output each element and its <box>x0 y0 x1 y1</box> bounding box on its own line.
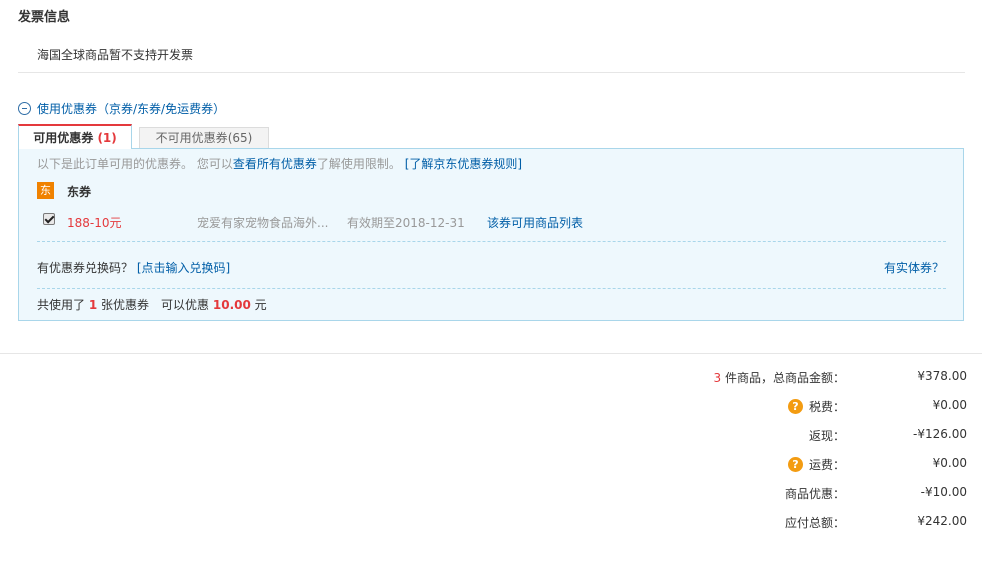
tax-row: ? 税费： ¥0.00 <box>0 398 982 418</box>
coupon-intro-text: 以下是此订单可用的优惠券。 您可以 <box>37 157 233 171</box>
help-icon[interactable]: ? <box>787 399 803 414</box>
tax-label-text: 税费： <box>808 400 845 414</box>
discount-row: 商品优惠： -¥10.00 <box>0 485 982 505</box>
coupon-row: 188-10元 宠爱有家宠物食品海外... 有效期至2018-12-31 该券可… <box>43 211 943 231</box>
divider <box>18 72 965 73</box>
coupon-shop: 宠爱有家宠物食品海外... <box>197 216 329 230</box>
coupon-products-link[interactable]: 该券可用商品列表 <box>487 214 583 231</box>
dashed-divider <box>37 288 946 289</box>
cashback-value: -¥126.00 <box>913 427 967 441</box>
tab-available-label: 可用优惠券 <box>33 131 94 145</box>
item-count-label: 件商品，总商品金额： <box>724 371 845 385</box>
invoice-section-title: 发票信息 <box>18 10 71 25</box>
dashed-divider <box>37 241 946 242</box>
coupon-rules-link[interactable]: [了解京东优惠券规则] <box>405 157 522 171</box>
cashback-label: 返现： <box>808 429 845 443</box>
redeem-code-row: 有优惠券兑换码？ [点击输入兑换码] <box>37 259 230 276</box>
coupon-panel: 以下是此订单可用的优惠券。 您可以查看所有优惠券了解使用限制。 [了解京东优惠券… <box>18 148 964 321</box>
coupon-checkbox[interactable] <box>43 213 55 225</box>
dong-coupon-badge: 东 <box>37 182 54 199</box>
enter-redeem-code-link[interactable]: [点击输入兑换码] <box>137 261 230 275</box>
goods-total-value: ¥378.00 <box>917 369 967 383</box>
shipping-value: ¥0.00 <box>932 456 967 470</box>
shipping-label-text: 运费： <box>808 458 845 472</box>
redeem-prompt: 有优惠券兑换码？ <box>37 261 134 275</box>
use-coupon-label: 使用优惠券（京券/东券/免运费券） <box>37 102 226 116</box>
view-all-coupons-link[interactable]: 查看所有优惠券 <box>233 157 317 171</box>
tax-value: ¥0.00 <box>932 398 967 412</box>
goods-total-row: 3 件商品，总商品金额： ¥378.00 <box>0 369 982 389</box>
dong-coupon-group-title: 东券 <box>67 185 92 199</box>
tab-unavailable-count: (65) <box>227 131 253 145</box>
summary-mid: 张优惠券 可以优惠 <box>101 298 210 312</box>
coupon-expiry: 有效期至2018-12-31 <box>347 216 465 230</box>
summary-amount: 10.00 <box>212 298 251 312</box>
tab-available-coupons[interactable]: 可用优惠券 (1) <box>18 124 132 149</box>
cashback-row: 返现： -¥126.00 <box>0 427 982 447</box>
collapse-minus-icon <box>18 102 31 115</box>
summary-count: 1 <box>88 298 98 312</box>
coupon-amount: 188-10元 <box>67 216 122 230</box>
help-icon[interactable]: ? <box>787 457 803 472</box>
summary-suffix: 元 <box>254 298 267 312</box>
summary-prefix: 共使用了 <box>37 298 86 312</box>
goods-total-label: 3 件商品，总商品金额： <box>714 369 845 386</box>
discount-label: 商品优惠： <box>784 487 845 501</box>
coupon-intro-text2: 了解使用限制。 <box>316 157 401 171</box>
divider <box>0 353 982 354</box>
tax-label: ? 税费： <box>787 398 845 415</box>
tab-available-count: (1) <box>97 131 117 145</box>
invoice-note: 海国全球商品暂不支持开发票 <box>37 48 194 62</box>
coupon-intro: 以下是此订单可用的优惠券。 您可以查看所有优惠券了解使用限制。 [了解京东优惠券… <box>37 155 522 172</box>
payable-total-row: 应付总额： ¥242.00 <box>0 514 982 534</box>
payable-total-label: 应付总额： <box>784 516 845 530</box>
item-count: 3 <box>713 371 722 385</box>
physical-coupon-link[interactable]: 有实体券？ <box>884 259 944 276</box>
tab-unavailable-coupons[interactable]: 不可用优惠券(65) <box>139 127 269 148</box>
use-coupon-toggle[interactable]: 使用优惠券（京券/东券/免运费券） <box>18 100 225 117</box>
shipping-row: ? 运费： ¥0.00 <box>0 456 982 476</box>
shipping-label: ? 运费： <box>787 456 845 473</box>
tab-unavailable-label: 不可用优惠券 <box>155 131 228 145</box>
discount-value: -¥10.00 <box>920 485 967 499</box>
coupon-usage-summary: 共使用了 1 张优惠券 可以优惠 10.00 元 <box>37 296 267 313</box>
payable-total-value: ¥242.00 <box>917 514 967 528</box>
